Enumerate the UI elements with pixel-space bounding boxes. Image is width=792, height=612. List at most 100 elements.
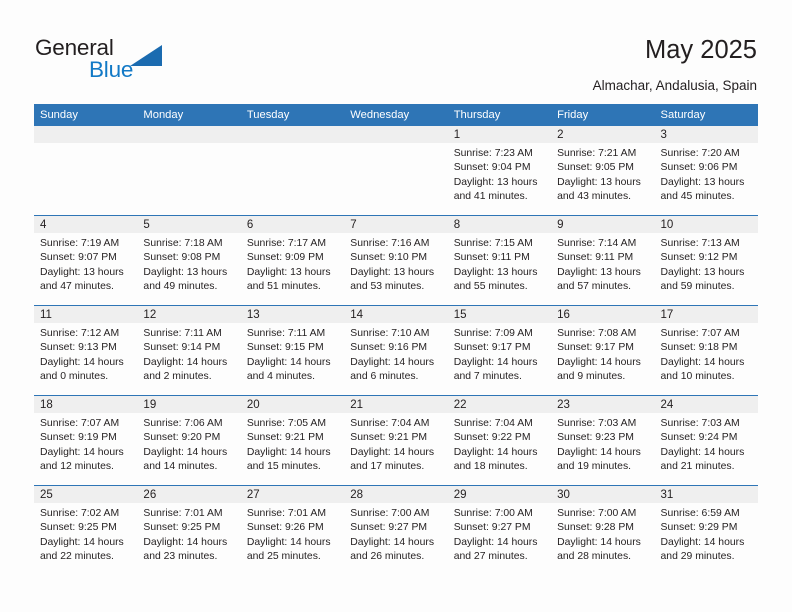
- daylight-duration-line1: Daylight: 14 hours: [40, 536, 124, 548]
- calendar-day-cell[interactable]: 22 Sunrise: 7:04 AM Sunset: 9:22 PM Dayligh…: [447, 395, 552, 486]
- sunset-time: Sunset: 9:15 PM: [246, 342, 324, 354]
- calendar-day-cell[interactable]: 25 Sunrise: 7:02 AM Sunset: 9:25 PM Dayligh…: [34, 485, 138, 575]
- calendar-day-cell[interactable]: 21 Sunrise: 7:04 AM Sunset: 9:21 PM Dayligh…: [344, 395, 448, 486]
- calendar-day-cell[interactable]: 9 Sunrise: 7:14 AM Sunset: 9:11 PM Daylight…: [551, 215, 655, 306]
- calendar-day-cell[interactable]: 5 Sunrise: 7:18 AM Sunset: 9:08 PM Daylight…: [137, 215, 241, 306]
- day-details: Sunrise: 7:05 AM Sunset: 9:21 PM Daylight:…: [241, 413, 344, 475]
- daylight-duration-line1: Daylight: 13 hours: [40, 266, 124, 278]
- calendar-page: General Blue May 2025 Almachar, Andalusi…: [0, 0, 792, 612]
- calendar-day-cell[interactable]: 2 Sunrise: 7:21 AM Sunset: 9:05 PM Daylight…: [551, 126, 655, 216]
- sunrise-time: Sunrise: 7:23 AM: [453, 148, 533, 159]
- calendar-day-cell[interactable]: 24 Sunrise: 7:03 AM Sunset: 9:24 PM Dayligh…: [654, 395, 758, 486]
- daylight-duration-line1: Daylight: 14 hours: [350, 446, 435, 458]
- sunrise-time: Sunrise: 7:01 AM: [246, 508, 326, 519]
- calendar-day-cell[interactable]: 27 Sunrise: 7:01 AM Sunset: 9:26 PM Dayligh…: [240, 485, 345, 575]
- daylight-duration-line1: Daylight: 14 hours: [350, 536, 435, 548]
- daylight-duration-line1: Daylight: 13 hours: [557, 266, 641, 278]
- daylight-duration-line2: and 4 minutes.: [246, 371, 316, 383]
- calendar-day-cell[interactable]: 10 Sunrise: 7:13 AM Sunset: 9:12 PM Dayligh…: [654, 215, 758, 306]
- sunset-time: Sunset: 9:23 PM: [557, 432, 634, 444]
- daylight-duration-line2: and 19 minutes.: [557, 461, 632, 473]
- sunrise-time: Sunrise: 7:19 AM: [40, 238, 120, 249]
- day-number: 8: [447, 216, 552, 233]
- calendar-day-cell[interactable]: 3 Sunrise: 7:20 AM Sunset: 9:06 PM Daylight…: [654, 126, 758, 216]
- calendar-day-cell[interactable]: 18 Sunrise: 7:07 AM Sunset: 9:19 PM Dayligh…: [34, 395, 138, 486]
- day-details: Sunrise: 7:10 AM Sunset: 9:16 PM Daylight:…: [344, 323, 447, 385]
- calendar-day-cell[interactable]: 11 Sunrise: 7:12 AM Sunset: 9:13 PM Dayligh…: [34, 305, 138, 396]
- day-number: 18: [34, 396, 138, 413]
- calendar-day-cell[interactable]: 4 Sunrise: 7:19 AM Sunset: 9:07 PM Daylight…: [34, 215, 138, 306]
- daylight-duration-line2: and 55 minutes.: [453, 281, 528, 293]
- daylight-duration-line2: and 21 minutes.: [660, 461, 735, 473]
- day-details: Sunrise: 7:00 AM Sunset: 9:27 PM Daylight:…: [448, 503, 551, 565]
- calendar-day-cell[interactable]: 12 Sunrise: 7:11 AM Sunset: 9:14 PM Dayligh…: [137, 305, 241, 396]
- calendar-day-cell[interactable]: 28 Sunrise: 7:00 AM Sunset: 9:27 PM Dayligh…: [344, 485, 448, 575]
- calendar-day-cell[interactable]: 13 Sunrise: 7:11 AM Sunset: 9:15 PM Dayligh…: [240, 305, 345, 396]
- sunrise-time: Sunrise: 7:08 AM: [557, 328, 637, 339]
- day-number: 2: [551, 126, 655, 143]
- sunrise-time: Sunrise: 7:07 AM: [660, 328, 740, 339]
- daylight-duration-line1: Daylight: 14 hours: [40, 446, 124, 458]
- sunrise-time: Sunrise: 7:17 AM: [246, 238, 326, 249]
- day-details: Sunrise: 7:14 AM Sunset: 9:11 PM Daylight:…: [551, 233, 654, 295]
- sunrise-time: Sunrise: 7:20 AM: [660, 148, 740, 159]
- calendar-day-cell[interactable]: 7 Sunrise: 7:16 AM Sunset: 9:10 PM Daylight…: [344, 215, 448, 306]
- daylight-duration-line2: and 43 minutes.: [557, 191, 632, 203]
- general-blue-logo[interactable]: General Blue: [35, 36, 235, 88]
- triangle-icon: [130, 45, 162, 66]
- calendar-day-cell[interactable]: 29 Sunrise: 7:00 AM Sunset: 9:27 PM Dayligh…: [447, 485, 552, 575]
- calendar-day-cell[interactable]: 8 Sunrise: 7:15 AM Sunset: 9:11 PM Daylight…: [447, 215, 552, 306]
- daylight-duration-line2: and 25 minutes.: [246, 551, 321, 563]
- calendar-day-cell[interactable]: 6 Sunrise: 7:17 AM Sunset: 9:09 PM Daylight…: [240, 215, 345, 306]
- day-details: Sunrise: 7:21 AM Sunset: 9:05 PM Daylight:…: [551, 143, 654, 205]
- daylight-duration-line1: Daylight: 14 hours: [453, 446, 538, 458]
- day-details: Sunrise: 7:16 AM Sunset: 9:10 PM Daylight:…: [344, 233, 447, 295]
- daylight-duration-line1: Daylight: 14 hours: [246, 446, 331, 458]
- sunset-time: Sunset: 9:04 PM: [453, 162, 531, 174]
- weekday-header-monday: Monday: [137, 104, 241, 126]
- calendar-day-cell[interactable]: 17 Sunrise: 7:07 AM Sunset: 9:18 PM Dayligh…: [654, 305, 758, 396]
- calendar-day-cell[interactable]: 31 Sunrise: 6:59 AM Sunset: 9:29 PM Dayligh…: [654, 485, 758, 575]
- day-number: [137, 126, 241, 143]
- sunrise-time: Sunrise: 7:01 AM: [143, 508, 223, 519]
- daylight-duration-line1: Daylight: 14 hours: [660, 446, 745, 458]
- daylight-duration-line1: Daylight: 13 hours: [350, 266, 435, 278]
- calendar-header-row: Sunday Monday Tuesday Wednesday Thursday…: [34, 104, 758, 126]
- sunrise-time: Sunrise: 7:03 AM: [660, 418, 740, 429]
- weekday-header-thursday: Thursday: [447, 104, 552, 126]
- calendar-day-cell[interactable]: 19 Sunrise: 7:06 AM Sunset: 9:20 PM Dayligh…: [137, 395, 241, 486]
- day-number: 14: [344, 306, 448, 323]
- day-details: Sunrise: 7:04 AM Sunset: 9:22 PM Daylight:…: [448, 413, 551, 475]
- daylight-duration-line1: Daylight: 14 hours: [453, 356, 538, 368]
- day-details: Sunrise: 7:09 AM Sunset: 9:17 PM Daylight:…: [448, 323, 551, 385]
- weekday-header-tuesday: Tuesday: [240, 104, 345, 126]
- calendar-day-cell[interactable]: 20 Sunrise: 7:05 AM Sunset: 9:21 PM Dayligh…: [240, 395, 345, 486]
- sunset-time: Sunset: 9:11 PM: [557, 252, 634, 264]
- sunrise-time: Sunrise: 7:00 AM: [557, 508, 637, 519]
- calendar-week-row: 1 Sunrise: 7:23 AM Sunset: 9:04 PM Daylight…: [34, 126, 758, 216]
- calendar-day-cell[interactable]: 14 Sunrise: 7:10 AM Sunset: 9:16 PM Dayligh…: [344, 305, 448, 396]
- sunrise-time: Sunrise: 7:15 AM: [453, 238, 533, 249]
- day-number: 19: [137, 396, 241, 413]
- calendar-day-cell[interactable]: 1 Sunrise: 7:23 AM Sunset: 9:04 PM Daylight…: [447, 126, 552, 216]
- day-details: Sunrise: 7:06 AM Sunset: 9:20 PM Daylight:…: [137, 413, 240, 475]
- day-details: [241, 143, 344, 147]
- calendar-day-cell[interactable]: 30 Sunrise: 7:00 AM Sunset: 9:28 PM Dayligh…: [551, 485, 655, 575]
- daylight-duration-line2: and 17 minutes.: [350, 461, 425, 473]
- day-number: 13: [240, 306, 345, 323]
- day-details: Sunrise: 7:03 AM Sunset: 9:23 PM Daylight:…: [551, 413, 654, 475]
- day-number: 17: [654, 306, 758, 323]
- daylight-duration-line2: and 57 minutes.: [557, 281, 632, 293]
- calendar-day-cell[interactable]: 26 Sunrise: 7:01 AM Sunset: 9:25 PM Dayligh…: [137, 485, 241, 575]
- sunrise-time: Sunrise: 7:07 AM: [40, 418, 120, 429]
- sunset-time: Sunset: 9:18 PM: [660, 342, 738, 354]
- day-details: Sunrise: 7:13 AM Sunset: 9:12 PM Daylight:…: [655, 233, 758, 295]
- day-number: 22: [447, 396, 552, 413]
- daylight-duration-line1: Daylight: 13 hours: [453, 266, 538, 278]
- calendar-day-cell[interactable]: 15 Sunrise: 7:09 AM Sunset: 9:17 PM Dayligh…: [447, 305, 552, 396]
- calendar-day-cell[interactable]: 23 Sunrise: 7:03 AM Sunset: 9:23 PM Dayligh…: [551, 395, 655, 486]
- sunrise-time: Sunrise: 7:11 AM: [246, 328, 326, 339]
- sunset-time: Sunset: 9:17 PM: [453, 342, 531, 354]
- sunset-time: Sunset: 9:11 PM: [453, 252, 530, 264]
- calendar-day-cell[interactable]: 16 Sunrise: 7:08 AM Sunset: 9:17 PM Dayligh…: [551, 305, 655, 396]
